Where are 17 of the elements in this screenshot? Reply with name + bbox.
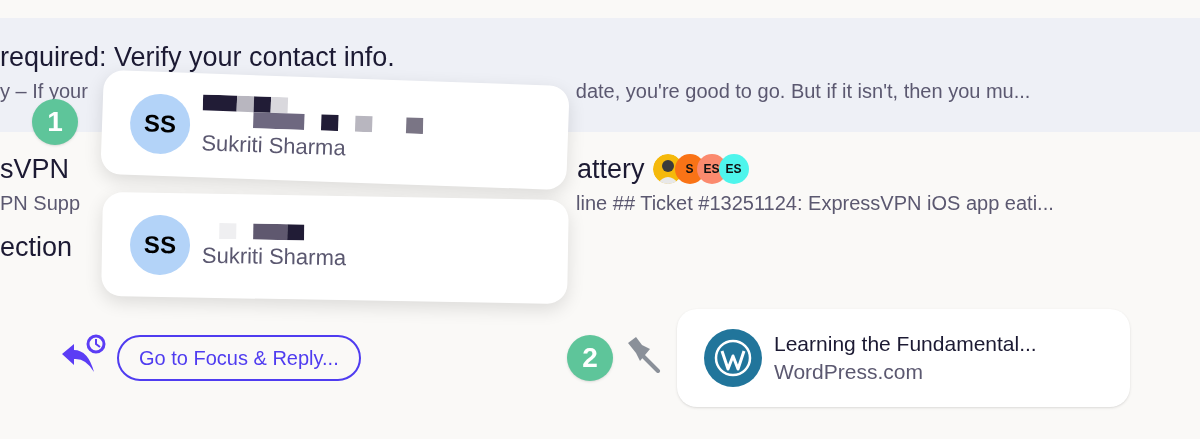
message-preview: date, you're good to go. But if it isn't, then you mu... bbox=[575, 79, 1031, 104]
link-site: WordPress.com bbox=[774, 359, 924, 385]
conversation-title: sVPN bbox=[0, 153, 70, 186]
step-badge: 2 bbox=[567, 335, 613, 381]
contact-name: Sukriti Sharma bbox=[201, 130, 348, 163]
contact-avatar: SS bbox=[129, 92, 192, 155]
contact-card-tooltip[interactable]: SS Sukriti Sharma bbox=[101, 191, 569, 305]
contact-avatar: SS bbox=[129, 214, 191, 276]
participant-avatar: ES bbox=[718, 154, 749, 184]
contact-name: Sukriti Sharma bbox=[201, 242, 347, 272]
pinned-link-card[interactable]: Learning the Fundamental... WordPress.com bbox=[677, 309, 1130, 407]
wordpress-logo-icon bbox=[704, 329, 762, 387]
conversation-title: ection bbox=[0, 231, 73, 264]
conversation-title: attery bbox=[577, 153, 645, 186]
link-title: Learning the Fundamental... bbox=[774, 331, 1037, 357]
focus-reply-button[interactable]: Go to Focus & Reply... bbox=[117, 335, 361, 381]
pin-icon[interactable] bbox=[626, 335, 662, 373]
